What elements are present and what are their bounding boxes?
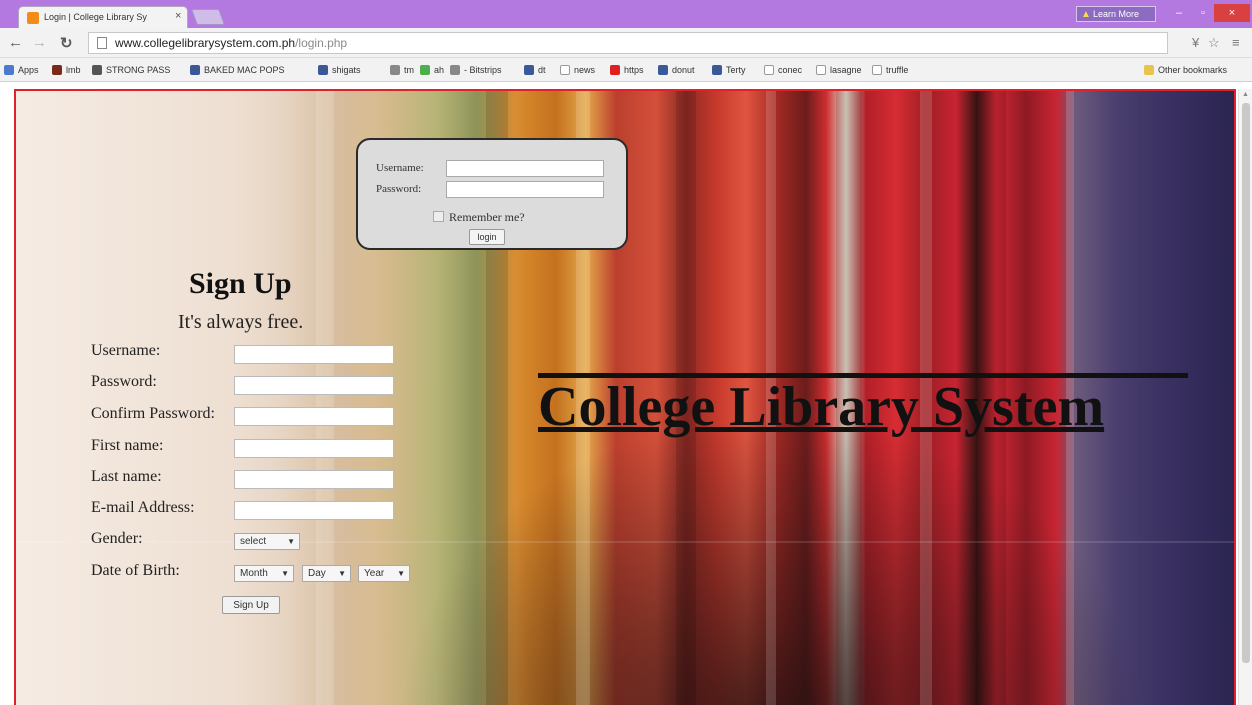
signup-last-name-input[interactable] (234, 470, 394, 489)
browser-tab[interactable]: Login | College Library Sy × (18, 6, 188, 28)
bookmark-item[interactable]: Terty (712, 62, 746, 78)
site-headline: College Library System (538, 376, 1105, 438)
year-select[interactable]: Year ▼ (358, 565, 410, 582)
bookmark-item[interactable]: - Bitstrips (450, 62, 502, 78)
login-username-label: Username: (376, 162, 424, 174)
signup-password-input[interactable] (234, 376, 394, 395)
dropdown-arrow-icon: ▼ (281, 569, 289, 578)
bookmark-item[interactable]: dt (524, 62, 546, 78)
dropdown-arrow-icon: ▼ (338, 569, 346, 578)
bookmark-item[interactable]: news (560, 62, 595, 78)
login-button[interactable]: login (469, 229, 505, 245)
signup-dob-label: Date of Birth: (91, 562, 180, 579)
remember-me-label: Remember me? (449, 210, 525, 224)
warning-icon: ▲ (1081, 9, 1091, 20)
signup-subtitle: It's always free. (178, 311, 304, 333)
bookmark-item[interactable]: lmb (52, 62, 81, 78)
month-select[interactable]: Month ▼ (234, 565, 294, 582)
close-window-button[interactable]: × (1214, 4, 1250, 22)
page-viewport: Username: Password: Remember me? login S… (14, 89, 1236, 705)
signup-last-name-label: Last name: (91, 468, 162, 485)
page-scrollbar[interactable]: ▲ (1238, 89, 1252, 705)
day-select-value: Day (308, 568, 326, 579)
tab-close-icon[interactable]: × (175, 10, 181, 22)
signup-username-input[interactable] (234, 345, 394, 364)
signup-button[interactable]: Sign Up (222, 596, 280, 614)
bookmarks-bar: Apps lmb STRONG PASS BAKED MAC POPS shig… (0, 58, 1252, 82)
bookmark-item[interactable]: donut (658, 62, 695, 78)
back-arrow-icon[interactable]: ← (8, 34, 23, 51)
signup-username-label: Username: (91, 342, 161, 359)
year-select-value: Year (364, 568, 385, 579)
signup-password-label: Password: (91, 373, 157, 390)
reload-icon[interactable]: ↻ (60, 34, 73, 52)
forward-arrow-icon[interactable]: → (32, 34, 47, 51)
signup-gender-label: Gender: (91, 530, 143, 547)
learn-more-label: Learn More (1093, 9, 1140, 19)
other-bookmarks[interactable]: Other bookmarks (1144, 62, 1227, 78)
bookmark-item[interactable]: ah (420, 62, 444, 78)
url-host: www.collegelibrarysystem.com.ph (115, 36, 296, 50)
login-username-input[interactable] (446, 160, 604, 177)
bookmark-item[interactable]: shigats (318, 62, 361, 78)
signup-email-label: E-mail Address: (91, 499, 195, 516)
extension-icon[interactable]: ¥ (1192, 35, 1199, 50)
tab-title: Login | College Library Sy (44, 12, 147, 22)
scroll-thumb[interactable] (1242, 103, 1250, 663)
bookmark-item[interactable]: tm (390, 62, 414, 78)
dropdown-arrow-icon: ▼ (287, 537, 295, 546)
gender-select[interactable]: select ▼ (234, 533, 300, 550)
bookmark-star-icon[interactable]: ☆ (1208, 35, 1220, 51)
new-tab-button[interactable] (191, 9, 225, 25)
browser-toolbar: ← → ↻ www.collegelibrarysystem.com.ph/lo… (0, 28, 1252, 58)
signup-email-input[interactable] (234, 501, 394, 520)
signup-confirm-password-label: Confirm Password: (91, 405, 215, 422)
login-password-label: Password: (376, 183, 422, 195)
signup-confirm-password-input[interactable] (234, 407, 394, 426)
menu-icon[interactable]: ≡ (1232, 35, 1240, 50)
bookmark-item[interactable]: https (610, 62, 644, 78)
learn-more-button[interactable]: ▲ Learn More (1076, 6, 1156, 22)
address-bar[interactable]: www.collegelibrarysystem.com.ph/login.ph… (88, 32, 1168, 54)
day-select[interactable]: Day ▼ (302, 565, 351, 582)
tab-favicon-icon (27, 12, 39, 24)
bookmark-apps[interactable]: Apps (4, 62, 39, 78)
scroll-up-icon[interactable]: ▲ (1242, 91, 1249, 98)
signup-first-name-label: First name: (91, 437, 164, 454)
remember-me-checkbox[interactable] (433, 211, 444, 222)
page-icon (97, 37, 107, 49)
login-box: Username: Password: Remember me? login (356, 138, 628, 250)
browser-titlebar: Login | College Library Sy × ▲ Learn Mor… (0, 0, 1252, 28)
dropdown-arrow-icon: ▼ (397, 569, 405, 578)
month-select-value: Month (240, 568, 268, 579)
bookmark-item[interactable]: lasagne (816, 62, 862, 78)
signup-first-name-input[interactable] (234, 439, 394, 458)
url-path: /login.php (295, 36, 348, 50)
bookmark-item[interactable]: truffle (872, 62, 908, 78)
minimize-button[interactable]: – (1166, 4, 1192, 22)
bookmark-item[interactable]: conec (764, 62, 802, 78)
login-password-input[interactable] (446, 181, 604, 198)
bookmark-item[interactable]: BAKED MAC POPS (190, 62, 285, 78)
bookmark-item[interactable]: STRONG PASS (92, 62, 170, 78)
maximize-button[interactable]: ▫ (1192, 4, 1214, 22)
gender-select-value: select (240, 536, 267, 547)
signup-title: Sign Up (189, 267, 292, 300)
